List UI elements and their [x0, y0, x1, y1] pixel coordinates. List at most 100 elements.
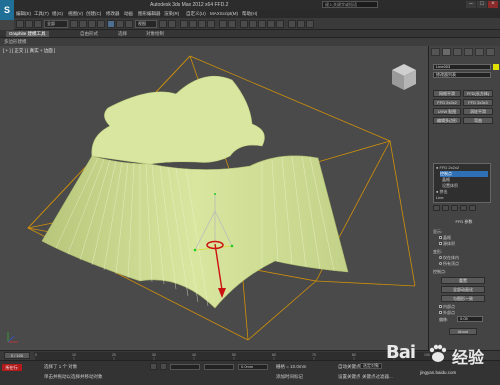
offset-spinner[interactable]: 0.05	[457, 316, 483, 322]
maxscript-listener-button[interactable]: 所在行:	[2, 364, 22, 371]
about-button[interactable]: About	[449, 328, 477, 335]
stack-item-line[interactable]: Line	[436, 195, 444, 200]
pin-stack-icon[interactable]	[433, 205, 440, 211]
close-button[interactable]: ×	[488, 1, 498, 8]
graphite-ribbon: Graphite 建模工具 自由形式 选择 对象绘制	[0, 30, 500, 38]
tab-freeform[interactable]: 自由形式	[80, 31, 98, 37]
tab-object-paint[interactable]: 对象绘制	[146, 31, 164, 37]
rendered-frame-icon[interactable]	[297, 20, 305, 28]
tab-graphite-modeling[interactable]: Graphite 建模工具	[6, 31, 49, 37]
animate-all-button[interactable]: 全部动画化	[441, 286, 485, 293]
remove-modifier-icon[interactable]	[460, 205, 467, 211]
motion-tab-icon[interactable]	[464, 48, 473, 56]
link-icon[interactable]	[34, 20, 42, 28]
reset-button[interactable]: 重置	[441, 277, 485, 284]
menu-modifiers[interactable]: 修改器	[106, 11, 120, 17]
modifier-list-dropdown[interactable]: 修改器列表	[433, 72, 491, 78]
layer-manager-icon[interactable]	[240, 20, 248, 28]
app-logo-button[interactable]: S	[0, 0, 14, 20]
menu-maxscript[interactable]: MAXScript(M)	[210, 11, 238, 16]
graphite-toggle-icon[interactable]	[249, 20, 257, 28]
absolute-mode-icon[interactable]	[160, 363, 167, 370]
create-tab-icon[interactable]	[431, 48, 440, 56]
menu-customize[interactable]: 自定义(U)	[186, 11, 206, 17]
ffd222-button[interactable]: FFD 2x2x2	[433, 99, 461, 106]
utilities-tab-icon[interactable]	[486, 48, 495, 56]
menu-graph-editors[interactable]: 图形编辑器	[138, 11, 161, 17]
all-vertices-radio[interactable]: 所有顶点	[439, 261, 459, 267]
menu-edit[interactable]: 编辑(E)	[16, 11, 31, 17]
window-crossing-icon[interactable]	[97, 20, 105, 28]
selection-filter-dropdown[interactable]: 全部	[44, 20, 68, 28]
y-coordinate-field[interactable]	[204, 364, 234, 370]
snaps-toggle-icon[interactable]	[180, 20, 188, 28]
manipulate-icon[interactable]	[168, 20, 176, 28]
modifier-stack[interactable]: ● FFD 2x2x2 控制点 晶格 设置体积 ● 挤出 Line	[433, 163, 491, 203]
svg-text:40: 40	[192, 353, 196, 357]
ffd-box-button[interactable]: FFD(长方体)	[463, 90, 493, 97]
time-slider[interactable]: 0 / 100	[4, 352, 30, 359]
help-search-input[interactable]: 键入关键字或短语	[322, 1, 378, 8]
edit-poly-button[interactable]: 编辑多边形	[433, 117, 461, 124]
turbosmooth-button[interactable]: 涡轮平滑	[463, 108, 493, 115]
menu-tools[interactable]: 工具(T)	[34, 11, 49, 17]
timeline-track[interactable]: 0 10 20 30 40 50 60 70 80 90 100	[34, 352, 434, 360]
auto-key-button[interactable]: 自动关键点	[338, 364, 361, 370]
percent-snap-icon[interactable]	[198, 20, 206, 28]
minimize-button[interactable]: –	[466, 1, 476, 8]
object-name-field[interactable]: Line003	[433, 64, 491, 70]
menu-rendering[interactable]: 渲染(R)	[164, 11, 179, 17]
object-color-swatch[interactable]	[493, 64, 499, 70]
undo-icon[interactable]	[16, 20, 24, 28]
select-scale-icon[interactable]	[125, 20, 133, 28]
stack-item-ffd[interactable]: ● FFD 2x2x2	[436, 165, 459, 170]
curve-editor-icon[interactable]	[258, 20, 266, 28]
ffd333-button[interactable]: FFD 3x3x3	[463, 99, 493, 106]
render-teapot-icon[interactable]	[306, 20, 314, 28]
select-object-icon[interactable]	[70, 20, 78, 28]
source-volume-checkbox[interactable]: 源体积	[439, 241, 455, 247]
make-unique-icon[interactable]	[451, 205, 458, 211]
render-setup-icon[interactable]	[288, 20, 296, 28]
perspective-viewport[interactable]: [ + ] [ 正交 ] [ 真实 + 边面 ]	[0, 46, 428, 350]
menu-animation[interactable]: 动画	[124, 11, 133, 17]
select-by-name-icon[interactable]	[79, 20, 87, 28]
select-move-icon[interactable]	[107, 20, 115, 28]
align-icon[interactable]	[228, 20, 236, 28]
menu-view[interactable]: 视图(V)	[68, 11, 83, 17]
selected-dropdown[interactable]: 选定对象	[360, 363, 382, 369]
lock-selection-icon[interactable]	[150, 363, 157, 370]
configure-sets-icon[interactable]	[469, 205, 476, 211]
reference-coordinate-dropdown[interactable]: 视图	[135, 20, 157, 28]
modify-tab-icon[interactable]	[442, 48, 451, 56]
hierarchy-tab-icon[interactable]	[453, 48, 462, 56]
outside-points-checkbox[interactable]: 外部点	[439, 310, 455, 316]
material-editor-icon[interactable]	[276, 20, 284, 28]
watermark-url: jingyan.baidu.com	[420, 370, 457, 375]
svg-text:80: 80	[352, 353, 356, 357]
mirror-icon[interactable]	[219, 20, 227, 28]
bend-button[interactable]: 弯曲	[463, 117, 493, 124]
maximize-button[interactable]: □	[477, 1, 487, 8]
schematic-view-icon[interactable]	[267, 20, 275, 28]
conform-to-shape-button[interactable]: 与图形一致	[441, 295, 485, 302]
pivot-center-icon[interactable]	[159, 20, 167, 28]
rect-selection-icon[interactable]	[88, 20, 96, 28]
tab-selection[interactable]: 选择	[118, 31, 127, 37]
menu-group[interactable]: 组(G)	[52, 11, 63, 17]
angle-snap-icon[interactable]	[189, 20, 197, 28]
meshsmooth-button[interactable]: 网格平滑	[433, 90, 461, 97]
select-rotate-icon[interactable]	[116, 20, 124, 28]
add-time-tag-button[interactable]: 添加时间标记	[276, 374, 303, 380]
set-key-button[interactable]: 设置关键点	[338, 374, 361, 380]
z-coordinate-field[interactable]: 0.0mm	[238, 364, 268, 370]
spinner-snap-icon[interactable]	[207, 20, 215, 28]
x-coordinate-field[interactable]	[170, 364, 200, 370]
uvw-map-button[interactable]: UVW 贴图	[433, 108, 461, 115]
menu-create[interactable]: 创建(C)	[86, 11, 101, 17]
show-end-result-icon[interactable]	[442, 205, 449, 211]
rollout-title[interactable]: FFD 参数	[431, 219, 497, 225]
menu-help[interactable]: 帮助(H)	[242, 11, 257, 17]
redo-icon[interactable]	[25, 20, 33, 28]
display-tab-icon[interactable]	[475, 48, 484, 56]
